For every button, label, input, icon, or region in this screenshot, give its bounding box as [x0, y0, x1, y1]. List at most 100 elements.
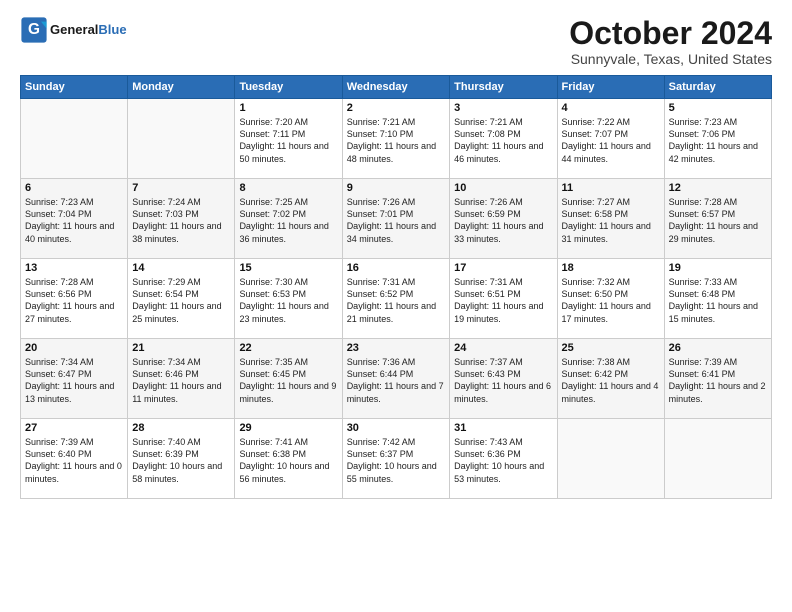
day-number: 10	[454, 182, 552, 194]
calendar-cell: 11 Sunrise: 7:27 AM Sunset: 6:58 PM Dayli…	[557, 179, 664, 259]
calendar-cell: 15Sunrise: 7:30 AM Sunset: 6:53 PM Dayli…	[235, 259, 342, 339]
weekday-header-saturday: Saturday	[664, 76, 771, 99]
calendar-cell: 14Sunrise: 7:29 AM Sunset: 6:54 PM Dayli…	[128, 259, 235, 339]
day-number: 15	[239, 262, 337, 274]
calendar-cell: 26Sunrise: 7:39 AM Sunset: 6:41 PM Dayli…	[664, 339, 771, 419]
day-info: Sunrise: 7:27 AM Sunset: 6:58 PM Dayligh…	[562, 196, 660, 245]
day-info: Sunrise: 7:21 AM Sunset: 7:10 PM Dayligh…	[347, 116, 445, 165]
calendar-cell: 23 Sunrise: 7:36 AM Sunset: 6:44 PM Dayli…	[342, 339, 449, 419]
day-info: Sunrise: 7:28 AM Sunset: 6:57 PM Dayligh…	[669, 196, 767, 245]
day-info: Sunrise: 7:33 AM Sunset: 6:48 PM Dayligh…	[669, 276, 767, 325]
day-info: Sunrise: 7:28 AM Sunset: 6:56 PM Dayligh…	[25, 276, 123, 325]
day-number: 26	[669, 342, 767, 354]
day-number: 9	[347, 182, 445, 194]
day-number: 25	[562, 342, 660, 354]
day-info: Sunrise: 7:35 AM Sunset: 6:45 PM Dayligh…	[239, 356, 337, 405]
weekday-header-thursday: Thursday	[450, 76, 557, 99]
day-number: 6	[25, 182, 123, 194]
calendar-cell: 22 Sunrise: 7:35 AM Sunset: 6:45 PM Dayli…	[235, 339, 342, 419]
calendar-cell: 18Sunrise: 7:32 AM Sunset: 6:50 PM Dayli…	[557, 259, 664, 339]
day-info: Sunrise: 7:40 AM Sunset: 6:39 PM Dayligh…	[132, 436, 230, 485]
week-row-5: 27 Sunrise: 7:39 AM Sunset: 6:40 PM Dayli…	[21, 419, 772, 499]
svg-text:G: G	[28, 21, 40, 38]
day-number: 4	[562, 102, 660, 114]
day-info: Sunrise: 7:34 AM Sunset: 6:47 PM Dayligh…	[25, 356, 123, 405]
day-info: Sunrise: 7:21 AM Sunset: 7:08 PM Dayligh…	[454, 116, 552, 165]
calendar-cell	[557, 419, 664, 499]
day-number: 21	[132, 342, 230, 354]
calendar-cell: 25 Sunrise: 7:38 AM Sunset: 6:42 PM Dayli…	[557, 339, 664, 419]
calendar-cell: 3 Sunrise: 7:21 AM Sunset: 7:08 PM Daylig…	[450, 99, 557, 179]
day-number: 13	[25, 262, 123, 274]
day-info: Sunrise: 7:32 AM Sunset: 6:50 PM Dayligh…	[562, 276, 660, 325]
calendar-cell	[128, 99, 235, 179]
day-number: 11	[562, 182, 660, 194]
day-info: Sunrise: 7:26 AM Sunset: 6:59 PM Dayligh…	[454, 196, 552, 245]
weekday-header-tuesday: Tuesday	[235, 76, 342, 99]
calendar-cell: 7 Sunrise: 7:24 AM Sunset: 7:03 PM Daylig…	[128, 179, 235, 259]
week-row-1: 1 Sunrise: 7:20 AM Sunset: 7:11 PM Daylig…	[21, 99, 772, 179]
day-number: 2	[347, 102, 445, 114]
day-number: 27	[25, 422, 123, 434]
day-number: 12	[669, 182, 767, 194]
calendar-cell: 24 Sunrise: 7:37 AM Sunset: 6:43 PM Dayli…	[450, 339, 557, 419]
day-info: Sunrise: 7:43 AM Sunset: 6:36 PM Dayligh…	[454, 436, 552, 485]
calendar-cell: 21 Sunrise: 7:34 AM Sunset: 6:46 PM Dayli…	[128, 339, 235, 419]
calendar-cell: 2 Sunrise: 7:21 AM Sunset: 7:10 PM Daylig…	[342, 99, 449, 179]
weekday-header-sunday: Sunday	[21, 76, 128, 99]
calendar-cell: 13 Sunrise: 7:28 AM Sunset: 6:56 PM Dayli…	[21, 259, 128, 339]
day-number: 22	[239, 342, 337, 354]
logo-blue: Blue	[98, 22, 126, 37]
logo: G GeneralBlue	[20, 16, 127, 44]
day-number: 17	[454, 262, 552, 274]
day-info: Sunrise: 7:25 AM Sunset: 7:02 PM Dayligh…	[239, 196, 337, 245]
weekday-header-monday: Monday	[128, 76, 235, 99]
day-number: 24	[454, 342, 552, 354]
day-info: Sunrise: 7:24 AM Sunset: 7:03 PM Dayligh…	[132, 196, 230, 245]
calendar-cell: 12 Sunrise: 7:28 AM Sunset: 6:57 PM Dayli…	[664, 179, 771, 259]
calendar-cell: 31 Sunrise: 7:43 AM Sunset: 6:36 PM Dayli…	[450, 419, 557, 499]
day-info: Sunrise: 7:42 AM Sunset: 6:37 PM Dayligh…	[347, 436, 445, 485]
day-number: 5	[669, 102, 767, 114]
calendar-cell: 4 Sunrise: 7:22 AM Sunset: 7:07 PM Daylig…	[557, 99, 664, 179]
day-info: Sunrise: 7:23 AM Sunset: 7:04 PM Dayligh…	[25, 196, 123, 245]
calendar-cell: 9 Sunrise: 7:26 AM Sunset: 7:01 PM Daylig…	[342, 179, 449, 259]
location: Sunnyvale, Texas, United States	[569, 51, 772, 67]
calendar-cell: 1 Sunrise: 7:20 AM Sunset: 7:11 PM Daylig…	[235, 99, 342, 179]
page: G GeneralBlue October 2024 Sunnyvale, Te…	[0, 0, 792, 509]
day-number: 19	[669, 262, 767, 274]
day-number: 3	[454, 102, 552, 114]
week-row-3: 13 Sunrise: 7:28 AM Sunset: 6:56 PM Dayli…	[21, 259, 772, 339]
day-info: Sunrise: 7:39 AM Sunset: 6:40 PM Dayligh…	[25, 436, 123, 485]
calendar-cell: 6 Sunrise: 7:23 AM Sunset: 7:04 PM Daylig…	[21, 179, 128, 259]
calendar-cell: 10 Sunrise: 7:26 AM Sunset: 6:59 PM Dayli…	[450, 179, 557, 259]
calendar-cell: 8 Sunrise: 7:25 AM Sunset: 7:02 PM Daylig…	[235, 179, 342, 259]
weekday-header-friday: Friday	[557, 76, 664, 99]
month-title: October 2024	[569, 16, 772, 51]
day-info: Sunrise: 7:36 AM Sunset: 6:44 PM Dayligh…	[347, 356, 445, 405]
calendar-cell: 19 Sunrise: 7:33 AM Sunset: 6:48 PM Dayli…	[664, 259, 771, 339]
day-info: Sunrise: 7:34 AM Sunset: 6:46 PM Dayligh…	[132, 356, 230, 405]
header: G GeneralBlue October 2024 Sunnyvale, Te…	[20, 16, 772, 67]
day-number: 23	[347, 342, 445, 354]
day-info: Sunrise: 7:38 AM Sunset: 6:42 PM Dayligh…	[562, 356, 660, 405]
calendar-header: SundayMondayTuesdayWednesdayThursdayFrid…	[21, 76, 772, 99]
week-row-2: 6 Sunrise: 7:23 AM Sunset: 7:04 PM Daylig…	[21, 179, 772, 259]
calendar-cell: 17Sunrise: 7:31 AM Sunset: 6:51 PM Dayli…	[450, 259, 557, 339]
day-info: Sunrise: 7:26 AM Sunset: 7:01 PM Dayligh…	[347, 196, 445, 245]
day-number: 7	[132, 182, 230, 194]
day-info: Sunrise: 7:29 AM Sunset: 6:54 PM Dayligh…	[132, 276, 230, 325]
day-info: Sunrise: 7:20 AM Sunset: 7:11 PM Dayligh…	[239, 116, 337, 165]
day-info: Sunrise: 7:31 AM Sunset: 6:52 PM Dayligh…	[347, 276, 445, 325]
calendar-cell: 5 Sunrise: 7:23 AM Sunset: 7:06 PM Daylig…	[664, 99, 771, 179]
day-info: Sunrise: 7:37 AM Sunset: 6:43 PM Dayligh…	[454, 356, 552, 405]
day-number: 30	[347, 422, 445, 434]
day-number: 8	[239, 182, 337, 194]
day-info: Sunrise: 7:22 AM Sunset: 7:07 PM Dayligh…	[562, 116, 660, 165]
day-number: 1	[239, 102, 337, 114]
day-info: Sunrise: 7:23 AM Sunset: 7:06 PM Dayligh…	[669, 116, 767, 165]
weekday-header-wednesday: Wednesday	[342, 76, 449, 99]
calendar-cell: 30 Sunrise: 7:42 AM Sunset: 6:37 PM Dayli…	[342, 419, 449, 499]
day-number: 31	[454, 422, 552, 434]
generalblue-logo-icon: G	[20, 16, 48, 44]
